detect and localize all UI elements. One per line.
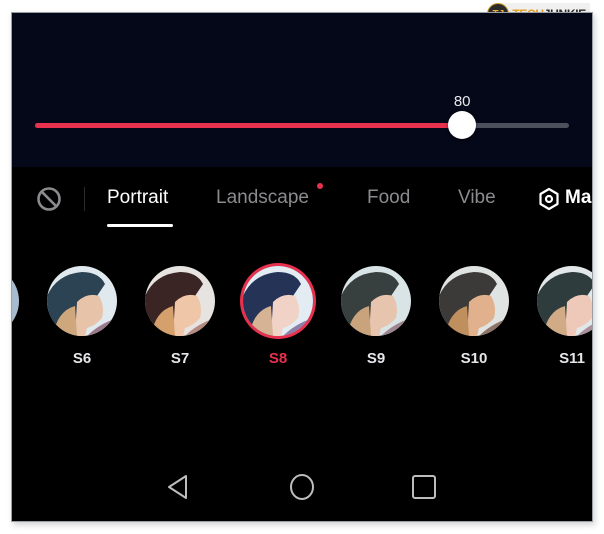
phone-screen: 80 Portrait Landscape Food Vibe Ma S6 S7… <box>11 12 593 522</box>
home-circle-icon[interactable] <box>288 473 316 501</box>
portrait-photo-icon <box>47 266 117 336</box>
tab-portrait[interactable]: Portrait <box>107 187 168 209</box>
filter-item-s10[interactable]: S10 <box>436 263 512 367</box>
portrait-photo-icon <box>537 266 592 336</box>
filter-thumbnail <box>439 266 509 336</box>
filter-label: S10 <box>460 350 488 367</box>
filter-label: S9 <box>366 350 386 367</box>
filter-item-s8[interactable]: S8 <box>240 263 316 367</box>
slider-value-label: 80 <box>453 93 471 110</box>
portrait-photo-icon <box>12 266 19 336</box>
slider-thumb[interactable] <box>448 111 477 139</box>
filter-item-s9[interactable]: S9 <box>338 263 414 367</box>
filter-label: S11 <box>559 350 585 367</box>
intensity-panel: 80 <box>12 13 592 167</box>
tab-makeup[interactable]: Ma <box>565 187 591 209</box>
filter-thumbnail <box>243 266 313 336</box>
portrait-photo-icon <box>341 266 411 336</box>
filter-thumbnail <box>145 266 215 336</box>
slider-fill <box>35 123 463 128</box>
filter-label: S7 <box>170 350 190 367</box>
filter-label: S6 <box>72 350 92 367</box>
recents-square-icon[interactable] <box>410 473 438 501</box>
filter-item-s7[interactable]: S7 <box>142 263 218 367</box>
filter-carousel: S6 S7 S8 S9 S10 S11 <box>12 263 592 393</box>
android-nav-bar <box>12 461 592 513</box>
filter-item-s6[interactable]: S6 <box>44 263 120 367</box>
new-indicator-dot <box>317 183 323 189</box>
filter-thumbnail <box>47 266 117 336</box>
tab-divider <box>84 187 85 211</box>
tab-landscape[interactable]: Landscape <box>216 187 309 209</box>
filter-thumbnail <box>12 266 19 336</box>
hexagon-icon <box>539 187 559 211</box>
tab-food[interactable]: Food <box>367 187 410 209</box>
filter-thumbnail <box>537 266 592 336</box>
portrait-photo-icon <box>439 266 509 336</box>
tab-vibe[interactable]: Vibe <box>458 187 496 209</box>
ban-icon[interactable] <box>36 186 62 212</box>
intensity-slider[interactable] <box>35 123 569 128</box>
filter-label: S8 <box>268 350 288 367</box>
active-tab-underline <box>107 224 173 227</box>
filter-item-s11[interactable]: S11 <box>534 263 592 367</box>
filter-thumbnail <box>341 266 411 336</box>
portrait-photo-icon <box>243 266 313 336</box>
filter-item[interactable] <box>12 263 22 336</box>
back-triangle-icon[interactable] <box>164 473 192 501</box>
portrait-photo-icon <box>145 266 215 336</box>
filter-category-tabs: Portrait Landscape Food Vibe Ma <box>12 167 592 237</box>
